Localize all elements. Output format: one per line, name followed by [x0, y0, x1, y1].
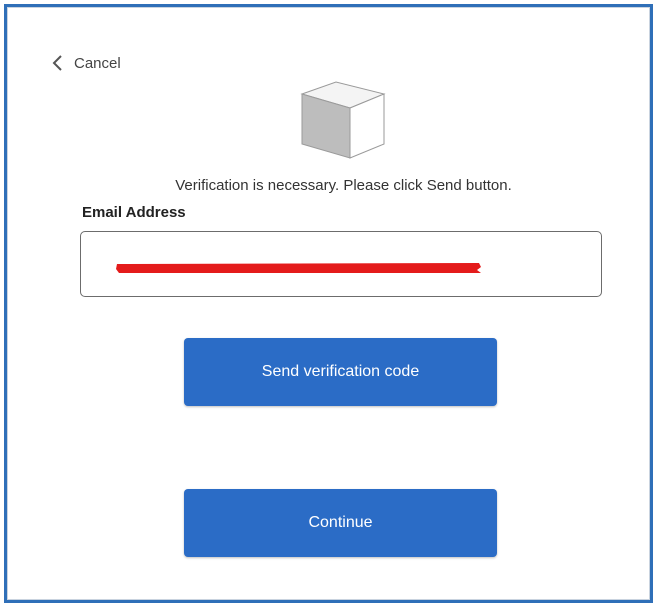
cancel-link[interactable]: Cancel — [51, 54, 121, 72]
send-verification-code-button[interactable]: Send verification code — [184, 338, 497, 406]
continue-button[interactable]: Continue — [184, 489, 497, 557]
cube-logo-icon — [300, 81, 386, 159]
verification-dialog: Cancel Verification is necessary. Please… — [4, 4, 653, 603]
cancel-label: Cancel — [74, 54, 121, 72]
email-label: Email Address — [82, 204, 186, 221]
chevron-left-icon — [52, 55, 62, 71]
redaction-mark — [116, 263, 481, 273]
instruction-text: Verification is necessary. Please click … — [175, 177, 512, 194]
